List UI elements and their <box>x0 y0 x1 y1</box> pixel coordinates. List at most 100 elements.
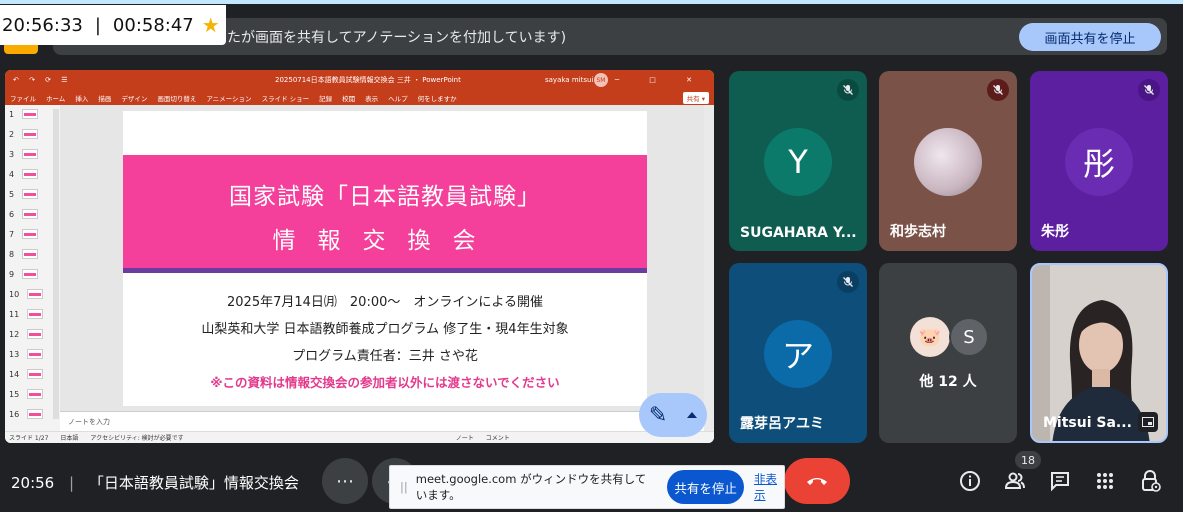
window-share-notice: || meet.google.com がウィンドウを共有しています。 共有を停止… <box>389 465 785 509</box>
avatar: 彤 <box>1065 128 1133 196</box>
slide-owner-line: プログラム責任者：三井 さや花 <box>292 349 478 364</box>
language-status: 日本語 <box>60 435 79 442</box>
shared-powerpoint-window: ↶ ↷ ⟳ ☰ 20250714日本語教員試験情報交換会 三井 ・ PowerP… <box>5 70 714 443</box>
avatar: Y <box>764 128 832 196</box>
participant-name: 露芽呂アユミ <box>740 416 824 432</box>
slide-accent-strip <box>123 268 647 273</box>
slide-thumbnail[interactable]: 15 <box>9 389 44 399</box>
hang-up-icon <box>807 478 827 485</box>
participant-tile[interactable]: 彤 朱彤 <box>1030 71 1168 251</box>
hide-notice-link[interactable]: 非表示 <box>754 471 784 503</box>
participant-name: 朱彤 <box>1041 224 1069 240</box>
pip-icon[interactable] <box>1138 412 1158 432</box>
info-icon[interactable] <box>955 466 985 496</box>
ribbon-tab[interactable]: 表示 <box>365 93 378 103</box>
slide-confidential-note: ※この資料は情報交換会の参加者以外には渡さないでください <box>210 375 560 390</box>
stop-screen-share-button[interactable]: 画面共有を停止 <box>1019 23 1161 51</box>
mic-off-icon <box>1138 79 1160 101</box>
people-icon[interactable] <box>1000 466 1030 496</box>
annotation-toolbar-button[interactable]: ✎ <box>639 393 707 437</box>
slide-thumbnail[interactable]: 5 <box>9 189 39 199</box>
host-controls-lock-icon[interactable] <box>1135 466 1165 496</box>
current-slide[interactable]: 国家試験「日本語教員試験」 情報交換会 2025年7月14日㈪ 20:00～ オ… <box>123 111 647 406</box>
ppt-share-button[interactable]: 共有 ▾ <box>682 92 709 104</box>
slide-thumbnail[interactable]: 9 <box>9 269 39 279</box>
ribbon-tab[interactable]: ホーム <box>46 93 65 103</box>
ppt-user-name: sayaka mitsui <box>545 76 594 84</box>
timer-remaining: 00:58:47 <box>112 14 194 36</box>
top-accent-line <box>0 0 1183 4</box>
self-video-tile[interactable]: Mitsui Sa... <box>1030 263 1168 443</box>
slide-scrollbar[interactable] <box>704 105 714 432</box>
tell-me-search[interactable]: 何をしますか <box>418 93 457 103</box>
drag-handle[interactable]: || <box>400 480 408 494</box>
star-icon[interactable]: ★ <box>202 13 220 37</box>
timer-overlay: 20:56:33 | 00:58:47 ★ <box>0 5 226 45</box>
mic-off-icon <box>837 271 859 293</box>
chat-icon[interactable] <box>1045 466 1075 496</box>
others-tile[interactable]: 🐷 S 他 12 人 <box>879 263 1017 443</box>
ppt-titlebar: ↶ ↷ ⟳ ☰ 20250714日本語教員試験情報交換会 三井 ・ PowerP… <box>5 70 714 90</box>
avatar: ア <box>764 320 832 388</box>
avatar <box>914 128 982 196</box>
slide-thumbnail[interactable]: 3 <box>9 149 39 159</box>
ribbon-tab[interactable]: 画面切り替え <box>157 93 196 103</box>
slide-counter: スライド 1/27 <box>9 435 49 442</box>
slide-title: 国家試験「日本語教員試験」 <box>229 184 541 210</box>
ribbon-tab[interactable]: ファイル <box>10 93 36 103</box>
quick-access-toolbar[interactable]: ↶ ↷ ⟳ ☰ <box>13 76 72 84</box>
accessibility-status[interactable]: アクセシビリティ: 検討が必要です <box>90 433 183 442</box>
participant-name: 和歩志村 <box>890 224 946 240</box>
timer-separator: | <box>94 14 101 36</box>
slide-title-band: 国家試験「日本語教員試験」 情報交換会 <box>123 155 647 268</box>
slide-thumbnail[interactable]: 10 <box>9 289 44 299</box>
meeting-clock: 20:56 <box>11 474 55 492</box>
slide-thumbnail[interactable]: 11 <box>9 309 44 319</box>
share-notice-text: meet.google.com がウィンドウを共有しています。 <box>415 472 647 502</box>
activities-icon[interactable] <box>1090 466 1120 496</box>
participant-tile[interactable]: ア 露芽呂アユミ <box>729 263 867 443</box>
slide-thumbnail[interactable]: 8 <box>9 249 39 259</box>
stop-sharing-button[interactable]: 共有を停止 <box>667 470 744 504</box>
slide-thumbnail[interactable]: 1 <box>9 109 39 119</box>
pen-icon: ✎ <box>648 402 668 428</box>
ribbon-tab[interactable]: スライド ショー <box>262 93 310 103</box>
participant-name: Mitsui Sa... <box>1043 415 1132 431</box>
slide-thumbnail[interactable]: 2 <box>9 129 39 139</box>
participant-tile[interactable]: 和歩志村 <box>879 71 1017 251</box>
slide-thumbnail[interactable]: 6 <box>9 209 39 219</box>
slide-thumbnail[interactable]: 16 <box>9 409 44 419</box>
more-options-button[interactable]: ⋯ <box>322 458 368 504</box>
ppt-workspace: 1 2 3 4 5 6 7 8 9 10 11 12 13 14 15 16 国… <box>5 105 714 443</box>
chevron-up-icon[interactable] <box>687 412 698 418</box>
slide-thumbnail[interactable]: 7 <box>9 229 39 239</box>
window-controls[interactable]: ─ □ ✕ <box>615 76 706 84</box>
slide-thumbnail[interactable]: 4 <box>9 169 39 179</box>
ribbon-tab[interactable]: アニメーション <box>206 93 251 103</box>
ribbon-tab[interactable]: デザイン <box>121 93 147 103</box>
thumbnail-scrollbar[interactable] <box>53 109 59 419</box>
ribbon-tab[interactable]: 挿入 <box>75 93 88 103</box>
notes-input[interactable]: ノートを入力 <box>60 411 704 431</box>
participant-tile[interactable]: Y SUGAHARA Y... <box>729 71 867 251</box>
slide-thumbnail[interactable]: 13 <box>9 349 44 359</box>
comments-toggle[interactable]: コメント <box>486 433 510 442</box>
ribbon-tab[interactable]: 記録 <box>319 93 332 103</box>
meeting-title: 「日本語教員試験」情報交換会 <box>88 474 299 492</box>
slide-thumbnail[interactable]: 14 <box>9 369 44 379</box>
meet-window: 20:56:33 | 00:58:47 ★ たが画面を共有してアノテーションを付… <box>0 0 1183 512</box>
ppt-filename: 20250714日本語教員試験情報交換会 三井 ・ PowerPoint <box>275 76 461 84</box>
slide-date-line: 2025年7月14日㈪ 20:00～ オンラインによる開催 <box>227 295 543 310</box>
ppt-ribbon-tabs: ファイル ホーム 挿入 描画 デザイン 画面切り替え アニメーション スライド … <box>5 90 714 105</box>
ribbon-tab[interactable]: ヘルプ <box>388 93 408 103</box>
ribbon-tab[interactable]: 校閲 <box>342 93 355 103</box>
slide-thumbnail-pane: 1 2 3 4 5 6 7 8 9 10 11 12 13 14 15 16 <box>5 105 60 432</box>
slide-thumbnail[interactable]: 12 <box>9 329 44 339</box>
participant-name: SUGAHARA Y... <box>740 225 857 241</box>
leave-call-button[interactable] <box>784 458 850 504</box>
notes-toggle[interactable]: ノート <box>456 433 474 442</box>
slide-subtitle: 情報交換会 <box>272 228 498 254</box>
share-banner-text: たが画面を共有してアノテーションを付加しています) <box>227 29 567 46</box>
slide-audience-line: 山梨英和大学 日本語教師養成プログラム 修了生・現4年生対象 <box>201 322 569 337</box>
ribbon-tab[interactable]: 描画 <box>98 93 111 103</box>
